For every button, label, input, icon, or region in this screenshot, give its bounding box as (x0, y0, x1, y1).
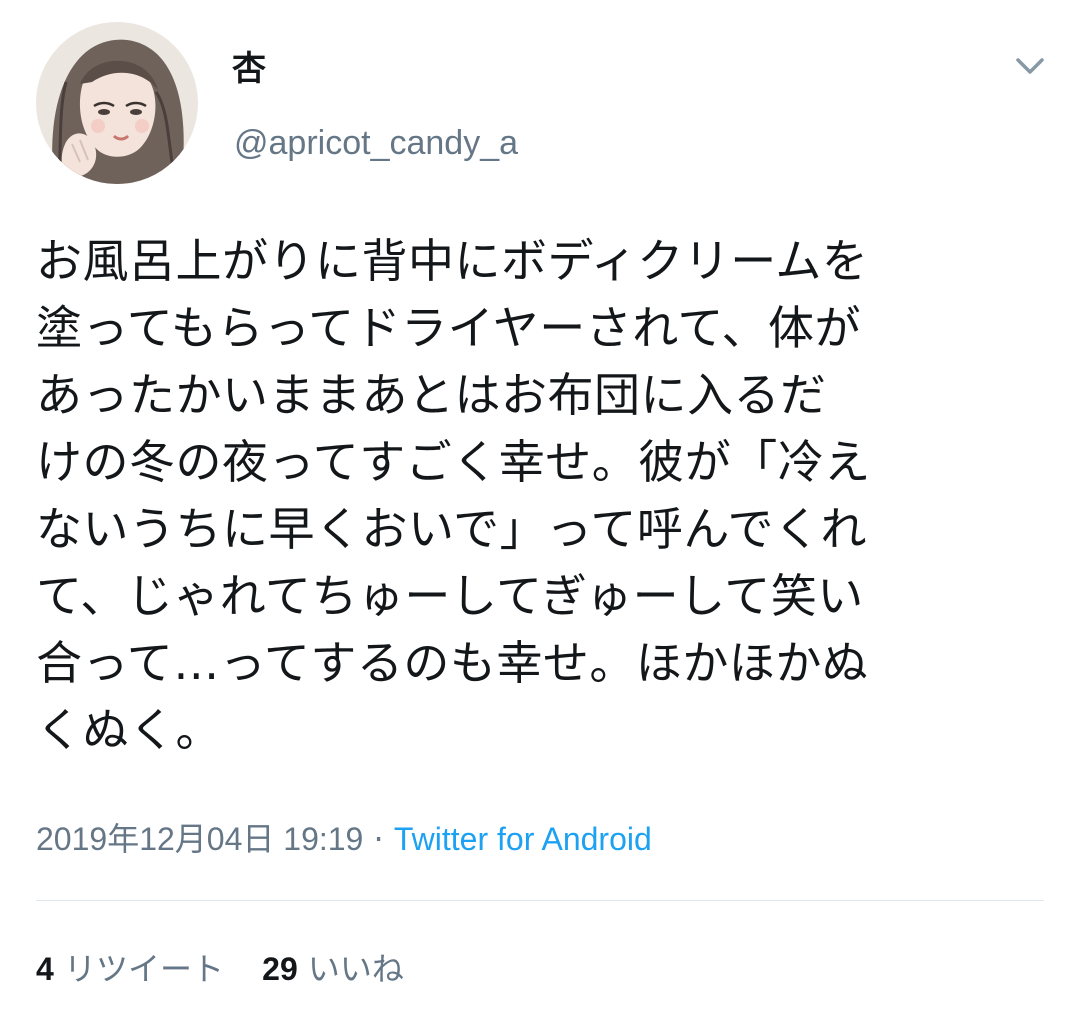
engagement-stats: 4 リツイート 29 いいね (36, 946, 432, 992)
retweet-count: 4 (36, 951, 54, 987)
tweet-text-line: ないうちに早くおいで」って呼んでくれ (36, 502, 868, 556)
tweet-text: お風呂上がりに背中にボディクリームを 塗ってもらってドライヤーされて、体が あっ… (36, 228, 1046, 764)
avatar[interactable] (36, 22, 198, 184)
tweet-text-line: けの冬の夜ってすごく幸せ。彼が「冷え (36, 435, 871, 489)
tweet-text-line: 塗ってもらってドライヤーされて、体が (36, 301, 862, 355)
user-handle[interactable]: @apricot_candy_a (234, 120, 518, 166)
chevron-down-icon[interactable] (1006, 46, 1054, 88)
meta-separator: · (373, 820, 384, 858)
chevron-down-icon-glyph (1016, 58, 1044, 74)
retweets-stat[interactable]: 4 リツイート (36, 946, 224, 992)
tweet-text-line: くぬく。 (36, 703, 222, 757)
likes-stat[interactable]: 29 いいね (262, 946, 404, 992)
illustrated-portrait-avatar (36, 22, 198, 184)
display-name[interactable]: 杏 (232, 46, 266, 92)
source-link[interactable]: Twitter for Android (394, 821, 652, 857)
timestamp[interactable]: 2019年12月04日 19:19 (36, 821, 363, 857)
like-count: 29 (262, 951, 298, 987)
divider (36, 900, 1044, 901)
tweet-meta: 2019年12月04日 19:19 · Twitter for Android (36, 816, 652, 862)
tweet-text-line: あったかいままあとはお布団に入るだ (36, 368, 827, 422)
tweet-text-line: 合って…ってするのも幸せ。ほかほかぬ (36, 636, 869, 690)
like-label: いいね (307, 950, 404, 988)
tweet-text-line: お風呂上がりに背中にボディクリームを (36, 234, 869, 288)
tweet-text-line: て、じゃれてちゅーしてぎゅーして笑い (36, 569, 864, 623)
retweet-label: リツイート (63, 950, 224, 988)
